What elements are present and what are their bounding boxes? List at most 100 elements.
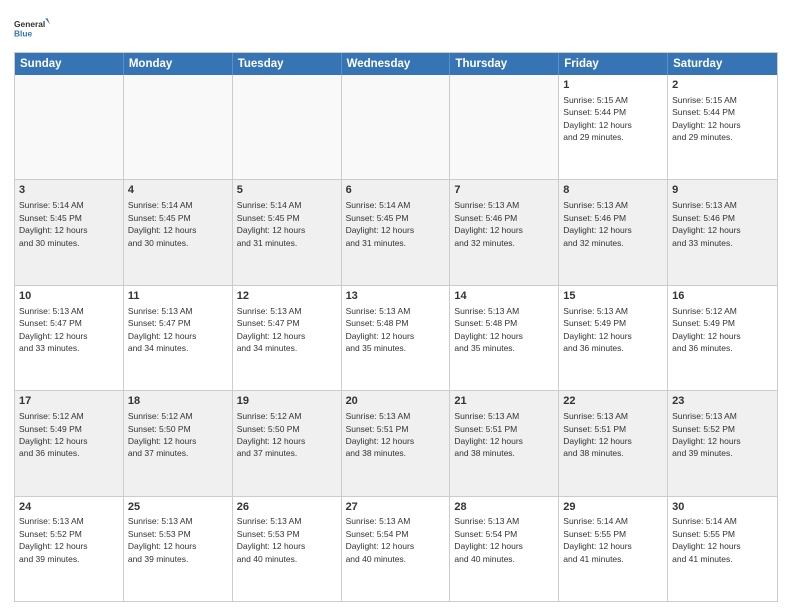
calendar-row-3: 17 Sunrise: 5:12 AM Sunset: 5:49 PM Dayli… bbox=[15, 390, 777, 495]
cell-info: Sunrise: 5:14 AM Sunset: 5:45 PM Dayligh… bbox=[128, 200, 197, 247]
day-number: 14 bbox=[454, 289, 554, 304]
day-number: 13 bbox=[346, 289, 446, 304]
calendar-cell-row0-col5: 1Sunrise: 5:15 AM Sunset: 5:44 PM Daylig… bbox=[559, 75, 668, 179]
day-number: 18 bbox=[128, 394, 228, 409]
cell-info: Sunrise: 5:13 AM Sunset: 5:54 PM Dayligh… bbox=[454, 516, 523, 563]
weekday-header-saturday: Saturday bbox=[668, 53, 777, 75]
calendar-cell-row2-col6: 16 Sunrise: 5:12 AM Sunset: 5:49 PM Dayli… bbox=[668, 286, 777, 390]
day-number: 3 bbox=[19, 183, 119, 198]
day-number: 30 bbox=[672, 500, 773, 515]
cell-info: Sunrise: 5:12 AM Sunset: 5:50 PM Dayligh… bbox=[128, 411, 197, 458]
calendar-cell-row2-col5: 15 Sunrise: 5:13 AM Sunset: 5:49 PM Dayli… bbox=[559, 286, 668, 390]
day-number: 5 bbox=[237, 183, 337, 198]
calendar-cell-row3-col6: 23 Sunrise: 5:13 AM Sunset: 5:52 PM Dayli… bbox=[668, 391, 777, 495]
cell-info: Sunrise: 5:13 AM Sunset: 5:47 PM Dayligh… bbox=[237, 306, 306, 353]
calendar-cell-row3-col1: 18 Sunrise: 5:12 AM Sunset: 5:50 PM Dayli… bbox=[124, 391, 233, 495]
calendar-cell-row2-col2: 12Sunrise: 5:13 AM Sunset: 5:47 PM Dayli… bbox=[233, 286, 342, 390]
calendar-cell-row4-col2: 26Sunrise: 5:13 AM Sunset: 5:53 PM Dayli… bbox=[233, 497, 342, 601]
cell-info: Sunrise: 5:14 AM Sunset: 5:45 PM Dayligh… bbox=[19, 200, 88, 247]
calendar-cell-row1-col1: 4 Sunrise: 5:14 AM Sunset: 5:45 PM Daylig… bbox=[124, 180, 233, 284]
calendar-cell-row0-col6: 2 Sunrise: 5:15 AM Sunset: 5:44 PM Daylig… bbox=[668, 75, 777, 179]
day-number: 25 bbox=[128, 500, 228, 515]
day-number: 10 bbox=[19, 289, 119, 304]
calendar-cell-row2-col3: 13Sunrise: 5:13 AM Sunset: 5:48 PM Dayli… bbox=[342, 286, 451, 390]
cell-info: Sunrise: 5:13 AM Sunset: 5:53 PM Dayligh… bbox=[237, 516, 306, 563]
cell-info: Sunrise: 5:13 AM Sunset: 5:47 PM Dayligh… bbox=[19, 306, 88, 353]
calendar-cell-row1-col2: 5 Sunrise: 5:14 AM Sunset: 5:45 PM Daylig… bbox=[233, 180, 342, 284]
day-number: 11 bbox=[128, 289, 228, 304]
cell-info: Sunrise: 5:12 AM Sunset: 5:49 PM Dayligh… bbox=[19, 411, 88, 458]
cell-info: Sunrise: 5:14 AM Sunset: 5:55 PM Dayligh… bbox=[563, 516, 632, 563]
day-number: 1 bbox=[563, 78, 663, 93]
day-number: 28 bbox=[454, 500, 554, 515]
calendar-cell-row3-col5: 22Sunrise: 5:13 AM Sunset: 5:51 PM Dayli… bbox=[559, 391, 668, 495]
cell-info: Sunrise: 5:13 AM Sunset: 5:52 PM Dayligh… bbox=[672, 411, 741, 458]
day-number: 24 bbox=[19, 500, 119, 515]
day-number: 21 bbox=[454, 394, 554, 409]
day-number: 15 bbox=[563, 289, 663, 304]
cell-info: Sunrise: 5:13 AM Sunset: 5:46 PM Dayligh… bbox=[672, 200, 741, 247]
cell-info: Sunrise: 5:13 AM Sunset: 5:53 PM Dayligh… bbox=[128, 516, 197, 563]
logo-svg: General Blue bbox=[14, 10, 50, 46]
calendar-cell-row4-col1: 25Sunrise: 5:13 AM Sunset: 5:53 PM Dayli… bbox=[124, 497, 233, 601]
calendar-cell-row3-col2: 19 Sunrise: 5:12 AM Sunset: 5:50 PM Dayli… bbox=[233, 391, 342, 495]
calendar-body: 1 Sunrise: 5:15 AM Sunset: 5:44 PM Daylig… bbox=[15, 75, 777, 601]
day-number: 29 bbox=[563, 500, 663, 515]
day-number: 16 bbox=[672, 289, 773, 304]
calendar-cell-row0-col2 bbox=[233, 75, 342, 179]
day-number: 8 bbox=[563, 183, 663, 198]
day-number: 19 bbox=[237, 394, 337, 409]
cell-info: Sunrise: 5:13 AM Sunset: 5:48 PM Dayligh… bbox=[454, 306, 523, 353]
svg-text:General: General bbox=[14, 19, 45, 29]
calendar-cell-row0-col1 bbox=[124, 75, 233, 179]
cell-info: Sunrise: 5:14 AM Sunset: 5:45 PM Dayligh… bbox=[237, 200, 306, 247]
calendar-cell-row1-col6: 9 Sunrise: 5:13 AM Sunset: 5:46 PM Daylig… bbox=[668, 180, 777, 284]
calendar-cell-row1-col0: 3 Sunrise: 5:14 AM Sunset: 5:45 PM Daylig… bbox=[15, 180, 124, 284]
svg-text:Blue: Blue bbox=[14, 28, 33, 38]
day-number: 20 bbox=[346, 394, 446, 409]
weekday-header-friday: Friday bbox=[559, 53, 668, 75]
calendar-cell-row3-col4: 21 Sunrise: 5:13 AM Sunset: 5:51 PM Dayli… bbox=[450, 391, 559, 495]
day-number: 17 bbox=[19, 394, 119, 409]
calendar-row-1: 3 Sunrise: 5:14 AM Sunset: 5:45 PM Daylig… bbox=[15, 179, 777, 284]
calendar: SundayMondayTuesdayWednesdayThursdayFrid… bbox=[14, 52, 778, 602]
weekday-header-tuesday: Tuesday bbox=[233, 53, 342, 75]
cell-info: Sunrise: 5:15 AM Sunset: 5:44 PM Dayligh… bbox=[672, 95, 741, 142]
cell-info: Sunrise: 5:12 AM Sunset: 5:50 PM Dayligh… bbox=[237, 411, 306, 458]
weekday-header-monday: Monday bbox=[124, 53, 233, 75]
day-number: 4 bbox=[128, 183, 228, 198]
cell-info: Sunrise: 5:13 AM Sunset: 5:51 PM Dayligh… bbox=[454, 411, 523, 458]
cell-info: Sunrise: 5:13 AM Sunset: 5:51 PM Dayligh… bbox=[346, 411, 415, 458]
calendar-cell-row4-col3: 27Sunrise: 5:13 AM Sunset: 5:54 PM Dayli… bbox=[342, 497, 451, 601]
calendar-cell-row4-col4: 28Sunrise: 5:13 AM Sunset: 5:54 PM Dayli… bbox=[450, 497, 559, 601]
calendar-cell-row1-col4: 7Sunrise: 5:13 AM Sunset: 5:46 PM Daylig… bbox=[450, 180, 559, 284]
calendar-row-2: 10 Sunrise: 5:13 AM Sunset: 5:47 PM Dayli… bbox=[15, 285, 777, 390]
calendar-cell-row3-col0: 17 Sunrise: 5:12 AM Sunset: 5:49 PM Dayli… bbox=[15, 391, 124, 495]
day-number: 2 bbox=[672, 78, 773, 93]
calendar-cell-row2-col0: 10 Sunrise: 5:13 AM Sunset: 5:47 PM Dayli… bbox=[15, 286, 124, 390]
day-number: 22 bbox=[563, 394, 663, 409]
calendar-cell-row4-col6: 30Sunrise: 5:14 AM Sunset: 5:55 PM Dayli… bbox=[668, 497, 777, 601]
weekday-header-sunday: Sunday bbox=[15, 53, 124, 75]
calendar-cell-row0-col3 bbox=[342, 75, 451, 179]
cell-info: Sunrise: 5:14 AM Sunset: 5:45 PM Dayligh… bbox=[346, 200, 415, 247]
header: General Blue bbox=[14, 10, 778, 46]
day-number: 9 bbox=[672, 183, 773, 198]
cell-info: Sunrise: 5:13 AM Sunset: 5:47 PM Dayligh… bbox=[128, 306, 197, 353]
calendar-cell-row2-col4: 14 Sunrise: 5:13 AM Sunset: 5:48 PM Dayli… bbox=[450, 286, 559, 390]
calendar-cell-row0-col0 bbox=[15, 75, 124, 179]
calendar-cell-row3-col3: 20 Sunrise: 5:13 AM Sunset: 5:51 PM Dayli… bbox=[342, 391, 451, 495]
calendar-cell-row1-col3: 6 Sunrise: 5:14 AM Sunset: 5:45 PM Daylig… bbox=[342, 180, 451, 284]
calendar-cell-row1-col5: 8Sunrise: 5:13 AM Sunset: 5:46 PM Daylig… bbox=[559, 180, 668, 284]
calendar-cell-row2-col1: 11 Sunrise: 5:13 AM Sunset: 5:47 PM Dayli… bbox=[124, 286, 233, 390]
calendar-cell-row4-col5: 29Sunrise: 5:14 AM Sunset: 5:55 PM Dayli… bbox=[559, 497, 668, 601]
weekday-header-wednesday: Wednesday bbox=[342, 53, 451, 75]
cell-info: Sunrise: 5:13 AM Sunset: 5:49 PM Dayligh… bbox=[563, 306, 632, 353]
weekday-header-thursday: Thursday bbox=[450, 53, 559, 75]
day-number: 6 bbox=[346, 183, 446, 198]
day-number: 23 bbox=[672, 394, 773, 409]
cell-info: Sunrise: 5:14 AM Sunset: 5:55 PM Dayligh… bbox=[672, 516, 741, 563]
calendar-cell-row0-col4 bbox=[450, 75, 559, 179]
cell-info: Sunrise: 5:12 AM Sunset: 5:49 PM Dayligh… bbox=[672, 306, 741, 353]
cell-info: Sunrise: 5:13 AM Sunset: 5:46 PM Dayligh… bbox=[454, 200, 523, 247]
